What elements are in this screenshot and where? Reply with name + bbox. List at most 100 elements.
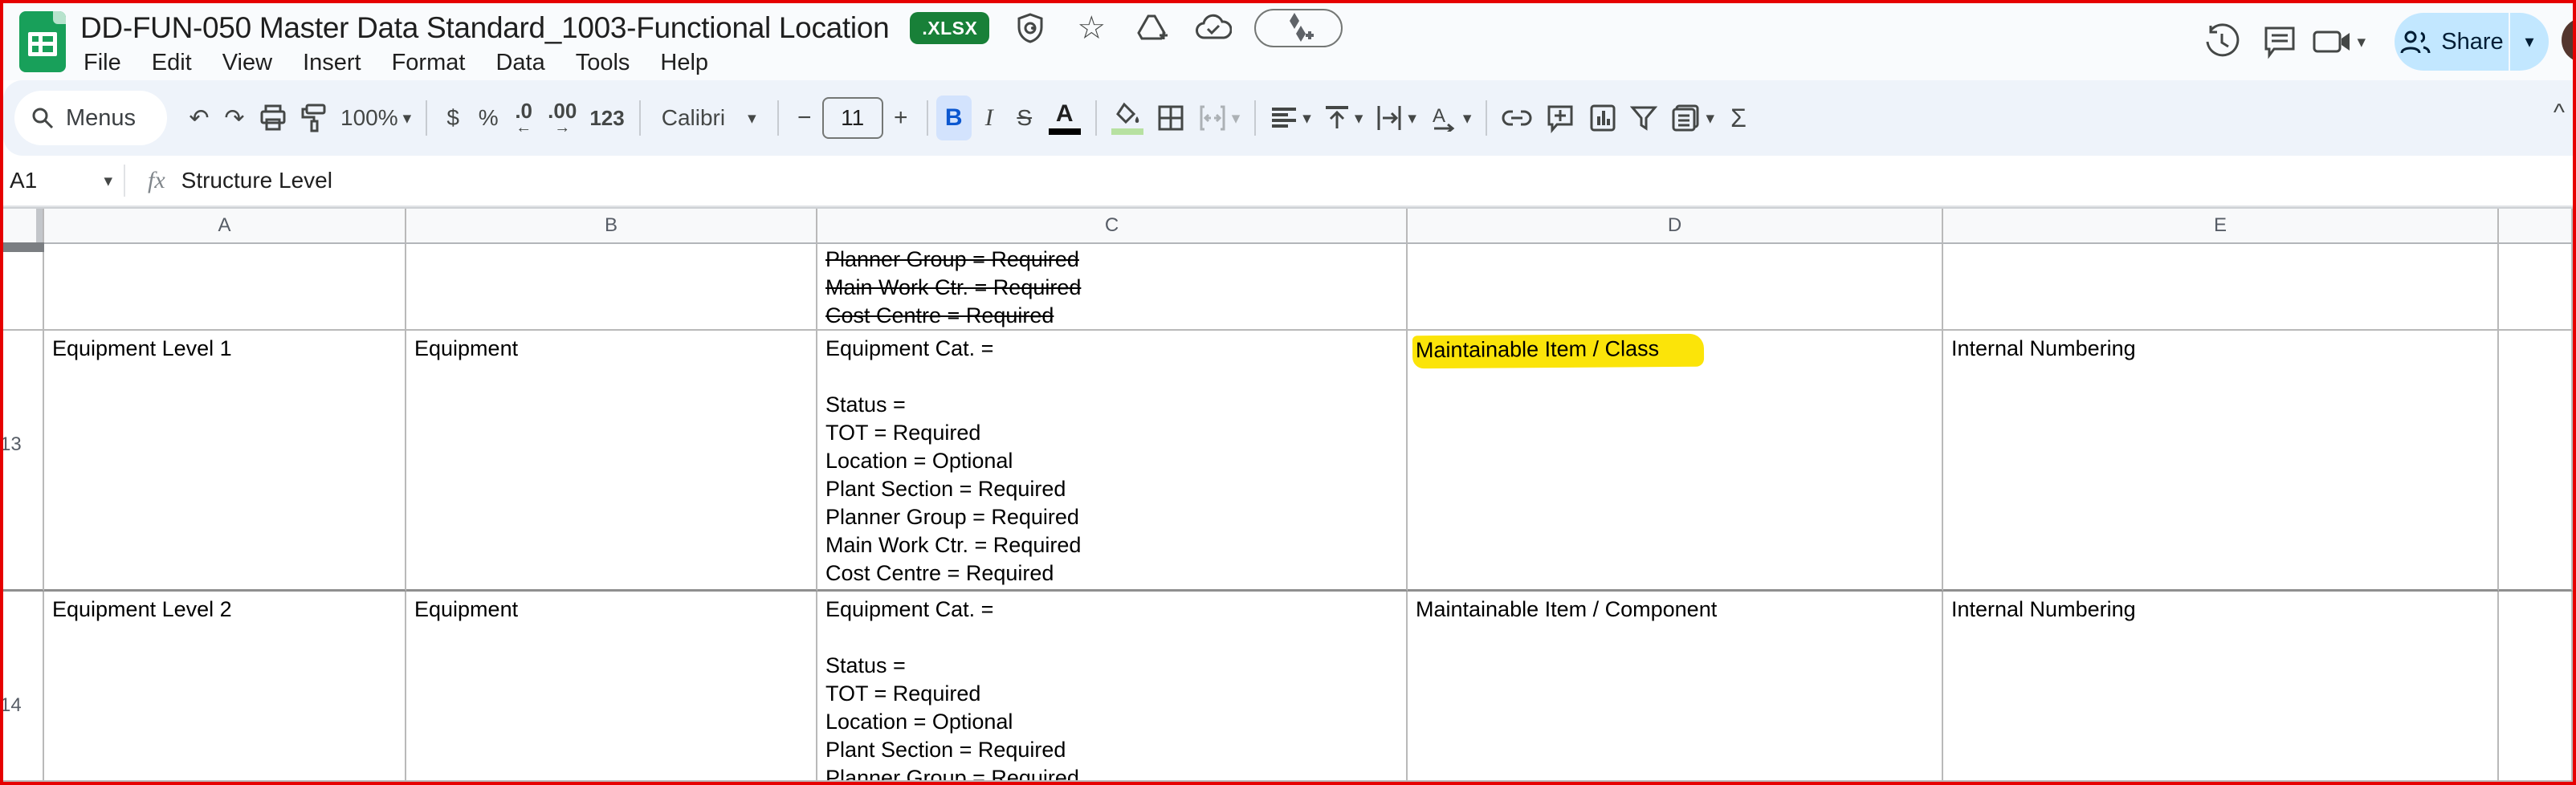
name-box-caret[interactable]: ▾ xyxy=(104,173,112,189)
decrease-decimal-button[interactable]: .0← xyxy=(506,96,541,140)
share-button[interactable]: Share ▾ xyxy=(2395,13,2549,71)
add-to-drive-icon[interactable] xyxy=(1132,8,1172,48)
menu-edit[interactable]: Edit xyxy=(141,47,203,79)
cell-E13-text: Internal Numbering xyxy=(1943,331,2497,363)
meet-video-icon[interactable] xyxy=(2309,13,2357,71)
decrease-font-size-button[interactable]: − xyxy=(787,96,822,140)
menus-label: Menus xyxy=(66,105,136,132)
functions-button[interactable]: Σ xyxy=(1721,96,1756,140)
text-wrap-button[interactable]: ▾ xyxy=(1369,96,1423,140)
column-header-F-partial[interactable] xyxy=(2499,209,2573,244)
text-color-button[interactable]: A xyxy=(1042,96,1087,140)
menu-file[interactable]: File xyxy=(72,47,132,79)
cell-B14[interactable]: Equipment xyxy=(406,592,817,782)
merge-cells-button[interactable]: ▾ xyxy=(1192,96,1247,140)
strikethrough-button[interactable]: S xyxy=(1007,96,1042,140)
column-header-A[interactable]: A xyxy=(44,209,406,244)
insert-link-button[interactable] xyxy=(1495,96,1539,140)
column-header-B[interactable]: B xyxy=(406,209,817,244)
comments-icon[interactable] xyxy=(2251,13,2309,71)
insert-chart-button[interactable] xyxy=(1582,96,1624,140)
font-name-value: Calibri xyxy=(662,105,725,131)
menu-view[interactable]: View xyxy=(211,47,283,79)
cell-E12[interactable] xyxy=(1943,244,2499,331)
share-label: Share xyxy=(2441,29,2503,55)
sheet-grid: A B C D E Planner Group = Required Main … xyxy=(3,207,2573,782)
cell-A13-text: Equipment Level 1 xyxy=(44,331,405,363)
font-select[interactable]: Calibri ▾ xyxy=(649,96,769,140)
redo-button[interactable]: ↷ xyxy=(217,96,252,140)
zoom-select[interactable]: 100% ▾ xyxy=(334,96,418,140)
paint-format-button[interactable] xyxy=(294,96,334,140)
column-header-C[interactable]: C xyxy=(817,209,1408,244)
more-formats-button[interactable]: 123 xyxy=(583,96,630,140)
cell-C12-text: Planner Group = Required Main Work Ctr. … xyxy=(817,244,1406,330)
meet-dropdown-caret[interactable]: ▾ xyxy=(2357,34,2366,51)
menu-format[interactable]: Format xyxy=(381,47,477,79)
cell-C13-text: Equipment Cat. = Status = TOT = Required… xyxy=(817,331,1406,588)
cell-D13[interactable]: Maintainable Item / Class xyxy=(1408,331,1943,592)
cell-D14-text: Maintainable Item / Component xyxy=(1408,592,1942,624)
text-rotation-button[interactable]: A ▾ xyxy=(1423,96,1478,140)
table-views-button[interactable]: ▾ xyxy=(1664,96,1721,140)
menu-data[interactable]: Data xyxy=(484,47,556,79)
cell-F12[interactable] xyxy=(2499,244,2573,331)
frozen-row-indicator[interactable] xyxy=(3,242,44,252)
privacy-shield-icon[interactable] xyxy=(1010,8,1050,48)
yellow-highlight-annotation: Maintainable Item / Class xyxy=(1412,334,1704,369)
cell-D14[interactable]: Maintainable Item / Component xyxy=(1408,592,1943,782)
share-dropdown-caret[interactable]: ▾ xyxy=(2510,13,2549,71)
toolbar: Menus ↶ ↷ 100% ▾ $ % .0← .00→ 123 Calibr… xyxy=(3,80,2573,156)
italic-button[interactable]: I xyxy=(972,96,1007,140)
sheets-logo-icon[interactable] xyxy=(19,11,66,72)
star-icon[interactable]: ☆ xyxy=(1071,8,1111,48)
cell-C14[interactable]: Equipment Cat. = Status = TOT = Required… xyxy=(817,592,1408,782)
create-filter-button[interactable] xyxy=(1624,96,1664,140)
cell-D12[interactable] xyxy=(1408,244,1943,331)
select-all-corner[interactable] xyxy=(3,209,44,244)
font-size-input[interactable]: 11 xyxy=(822,97,883,139)
cell-A13[interactable]: Equipment Level 1 xyxy=(44,331,406,592)
search-menus-button[interactable]: Menus xyxy=(14,91,167,145)
insert-comment-button[interactable] xyxy=(1539,96,1582,140)
print-button[interactable] xyxy=(252,96,294,140)
cloud-saved-icon[interactable] xyxy=(1193,8,1233,48)
gemini-button[interactable] xyxy=(1254,9,1343,47)
vertical-align-button[interactable]: ▾ xyxy=(1318,96,1370,140)
cell-B12[interactable] xyxy=(406,244,817,331)
row-header-13[interactable]: 13 xyxy=(3,331,44,592)
zoom-value: 100% xyxy=(340,105,398,131)
document-title[interactable]: DD-FUN-050 Master Data Standard_1003-Fun… xyxy=(80,11,889,45)
collapse-toolbar-caret[interactable]: ^ xyxy=(2554,100,2565,127)
cell-F14[interactable] xyxy=(2499,592,2573,782)
increase-decimal-button[interactable]: .00→ xyxy=(541,96,583,140)
horizontal-align-button[interactable]: ▾ xyxy=(1264,96,1318,140)
menu-insert[interactable]: Insert xyxy=(291,47,373,79)
row-header-12-partial[interactable] xyxy=(3,244,44,331)
cell-B13-text: Equipment xyxy=(406,331,816,363)
cell-E14[interactable]: Internal Numbering xyxy=(1943,592,2499,782)
version-history-icon[interactable] xyxy=(2193,13,2251,71)
column-header-D[interactable]: D xyxy=(1408,209,1943,244)
name-box[interactable]: A1 ▾ xyxy=(3,168,124,193)
row-header-14[interactable]: 14 xyxy=(3,592,44,782)
cell-A12[interactable] xyxy=(44,244,406,331)
cell-B14-text: Equipment xyxy=(406,592,816,624)
cell-C12[interactable]: Planner Group = Required Main Work Ctr. … xyxy=(817,244,1408,331)
cell-F13[interactable] xyxy=(2499,331,2573,592)
format-currency-button[interactable]: $ xyxy=(435,96,471,140)
cell-B13[interactable]: Equipment xyxy=(406,331,817,592)
undo-button[interactable]: ↶ xyxy=(181,96,217,140)
borders-button[interactable] xyxy=(1150,96,1192,140)
format-percent-button[interactable]: % xyxy=(471,96,506,140)
menu-tools[interactable]: Tools xyxy=(565,47,642,79)
column-header-E[interactable]: E xyxy=(1943,209,2499,244)
fill-color-button[interactable] xyxy=(1105,96,1150,140)
menu-help[interactable]: Help xyxy=(649,47,719,79)
cell-C13[interactable]: Equipment Cat. = Status = TOT = Required… xyxy=(817,331,1408,592)
increase-font-size-button[interactable]: + xyxy=(883,96,919,140)
formula-input[interactable]: Structure Level xyxy=(181,168,332,193)
cell-E13[interactable]: Internal Numbering xyxy=(1943,331,2499,592)
cell-A14[interactable]: Equipment Level 2 xyxy=(44,592,406,782)
bold-button[interactable]: B xyxy=(936,96,972,140)
